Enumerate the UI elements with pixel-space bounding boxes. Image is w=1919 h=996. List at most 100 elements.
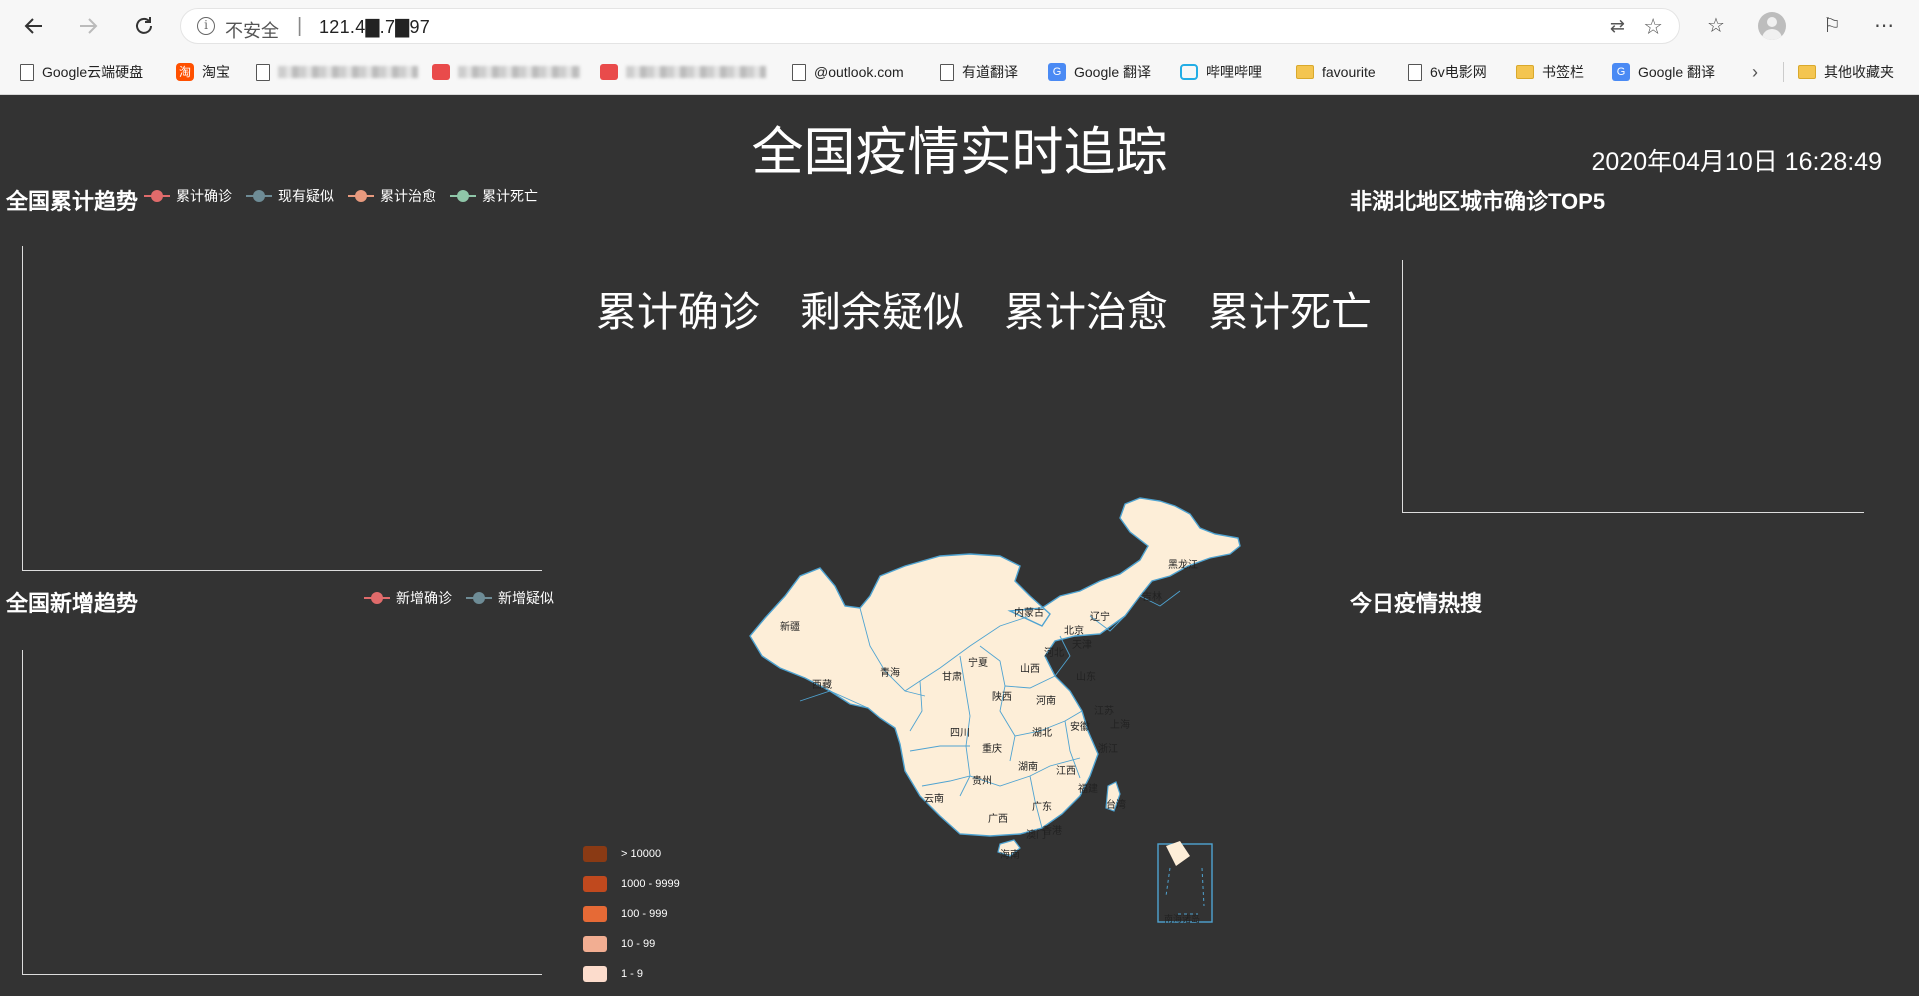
province-label: 福建: [1078, 784, 1098, 795]
province-label: 台湾: [1106, 800, 1126, 811]
province-label: 青海: [880, 668, 900, 679]
bookmark-item[interactable]: @outlook.com: [792, 60, 904, 84]
province-label: 上海: [1110, 720, 1130, 731]
visual-map-item[interactable]: 1000 - 9999: [583, 876, 680, 892]
bookmark-item[interactable]: 有道翻译: [940, 60, 1018, 84]
province-label: 山东: [1076, 672, 1096, 683]
visual-map-item[interactable]: 1 - 9: [583, 966, 643, 982]
top5-y-axis: [1402, 260, 1403, 512]
browser-toolbar: i 不安全 | 121.4▇.7▇97 ⇄ ☆ ☆ ⚐ ⋯: [0, 0, 1919, 52]
redacted-text: [278, 66, 418, 78]
cumulative-trend-title: 全国累计趋势: [6, 189, 139, 214]
legend-item[interactable]: 新增确诊: [364, 588, 452, 608]
browser-chrome: i 不安全 | 121.4▇.7▇97 ⇄ ☆ ☆ ⚐ ⋯ Google云端硬盘…: [0, 0, 1919, 95]
star-icon[interactable]: ☆: [1643, 14, 1663, 40]
top5-x-axis: [1402, 512, 1864, 513]
visual-map-item[interactable]: 100 - 999: [583, 906, 667, 922]
bookmark-item[interactable]: [256, 60, 418, 84]
arrow-right-icon: [80, 18, 98, 34]
bookmark-item[interactable]: G Google 翻译: [1048, 60, 1151, 84]
document-icon: [792, 63, 806, 81]
more-menu-icon[interactable]: ⋯: [1870, 12, 1898, 40]
province-label: 广东: [1032, 802, 1052, 813]
chevron-right-icon[interactable]: ›: [1752, 60, 1758, 84]
bookmark-item[interactable]: 淘淘宝: [176, 60, 230, 84]
document-icon: [256, 63, 270, 81]
daily-y-axis: [22, 650, 23, 974]
forward-button[interactable]: [72, 10, 104, 42]
url-text[interactable]: 121.4▇.7▇97: [319, 17, 430, 38]
dashboard-page: 全国疫情实时追踪 2020年04月10日 16:28:49 全国累计趋势 累计确…: [0, 96, 1919, 987]
legend-item[interactable]: 新增疑似: [466, 588, 554, 608]
bookmark-item[interactable]: 哔哩哔哩: [1180, 60, 1262, 84]
province-label: 四川: [950, 728, 970, 739]
cumulative-x-axis: [22, 570, 542, 571]
document-icon: [20, 63, 34, 81]
province-label: 湖南: [1018, 762, 1038, 773]
bookmark-item[interactable]: 其他收藏夹: [1798, 60, 1894, 84]
province-label: 贵州: [972, 776, 992, 787]
province-label: 河南: [1036, 696, 1056, 707]
bookmark-item[interactable]: [600, 60, 766, 84]
legend-marker: [364, 591, 390, 605]
bookmark-item[interactable]: Google云端硬盘: [20, 60, 143, 84]
refresh-icon: [136, 17, 152, 34]
legend-item[interactable]: 累计治愈: [348, 186, 436, 206]
daily-trend-legend: 新增确诊 新增疑似: [364, 588, 554, 608]
datetime-display: 2020年04月10日 16:28:49: [1591, 148, 1883, 176]
province-label: 云南: [924, 794, 944, 805]
info-icon[interactable]: i: [197, 17, 215, 35]
bookmark-item[interactable]: 书签栏: [1516, 60, 1584, 84]
visual-map-swatch: [583, 876, 607, 892]
folder-icon: [1296, 65, 1314, 79]
document-icon: [940, 63, 954, 81]
visual-map-item[interactable]: 10 - 99: [583, 936, 655, 952]
feedback-icon[interactable]: ⚐: [1818, 12, 1846, 40]
visual-map-swatch: [583, 906, 607, 922]
province-label: 西藏: [812, 680, 832, 691]
favorites-icon[interactable]: ☆: [1702, 12, 1730, 40]
bookmark-item[interactable]: 6v电影网: [1408, 60, 1487, 84]
redacted-text: [458, 66, 580, 78]
arrow-left-icon: [24, 18, 42, 34]
legend-item[interactable]: 累计确诊: [144, 186, 232, 206]
stat-cured-label: 累计治愈: [1004, 289, 1168, 335]
province-label: 南海诸岛: [1164, 914, 1201, 924]
legend-item[interactable]: 累计死亡: [450, 186, 538, 206]
google-translate-icon: G: [1612, 63, 1630, 81]
google-translate-icon: G: [1048, 63, 1066, 81]
summary-stats: 累计确诊 剩余疑似 累计治愈 累计死亡: [596, 278, 1372, 338]
back-button[interactable]: [18, 10, 50, 42]
province-label: 黑龙江: [1168, 560, 1198, 571]
china-map-outline[interactable]: [749, 497, 1241, 837]
redacted-text: [626, 66, 766, 78]
china-map[interactable]: 新疆 西藏 青海 甘肃 内蒙古 黑龙江 吉林 辽宁 北京 天津 河北 山西 宁夏…: [670, 496, 1260, 996]
bilibili-icon: [1180, 64, 1198, 80]
visual-map-item[interactable]: > 10000: [583, 846, 661, 862]
province-label: 重庆: [982, 744, 1002, 755]
bookmark-item[interactable]: G Google 翻译: [1612, 60, 1715, 84]
bookmark-item[interactable]: favourite: [1296, 60, 1376, 84]
south-china-sea-inset[interactable]: [1157, 841, 1213, 923]
province-label: 湖北: [1032, 728, 1052, 739]
legend-item[interactable]: 现有疑似: [246, 186, 334, 206]
folder-icon: [1798, 65, 1816, 79]
province-label: 澳门: [1026, 830, 1046, 841]
bookmarks-bar: Google云端硬盘 淘淘宝 @outlook.com 有道翻译 G Google…: [0, 56, 1919, 88]
refresh-button[interactable]: [128, 10, 160, 42]
province-label: 河北: [1044, 648, 1064, 659]
stat-dead-label: 累计死亡: [1208, 289, 1372, 335]
province-label: 江西: [1056, 766, 1076, 777]
bookmark-item[interactable]: [432, 60, 580, 84]
province-label: 山西: [1020, 664, 1040, 675]
address-bar[interactable]: i 不安全 | 121.4▇.7▇97 ⇄ ☆: [180, 8, 1680, 44]
document-icon: [1408, 63, 1422, 81]
profile-avatar[interactable]: [1758, 12, 1786, 40]
province-label: 广西: [988, 814, 1008, 825]
red-icon: [432, 64, 450, 80]
province-label: 海南: [1000, 850, 1020, 861]
legend-marker: [144, 189, 170, 203]
province-label: 内蒙古: [1014, 608, 1044, 619]
visual-map-swatch: [583, 936, 607, 952]
translate-icon[interactable]: ⇄: [1610, 16, 1625, 37]
